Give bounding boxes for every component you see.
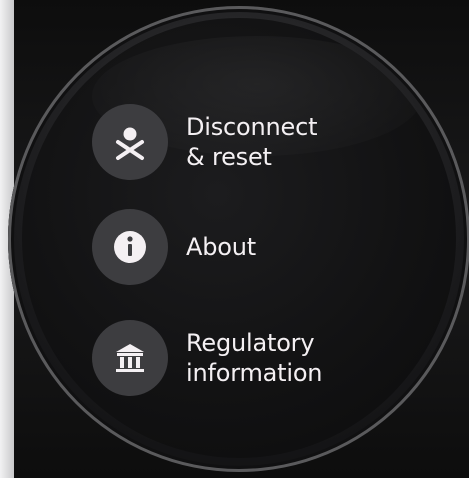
- info-icon: [92, 209, 168, 285]
- menu-item-label: About: [186, 233, 256, 261]
- regulatory-building-icon: [92, 320, 168, 396]
- menu-item-regulatory-information[interactable]: Regulatory information: [92, 320, 323, 396]
- menu-item-label: Disconnect & reset: [186, 113, 318, 171]
- menu-item-disconnect-reset[interactable]: Disconnect & reset: [92, 104, 318, 180]
- disconnect-reset-icon: [92, 104, 168, 180]
- menu-item-label: Regulatory information: [186, 329, 323, 387]
- menu-item-about[interactable]: About: [92, 209, 256, 285]
- photo-scene: Disconnect & reset About Regulatory info…: [0, 0, 469, 478]
